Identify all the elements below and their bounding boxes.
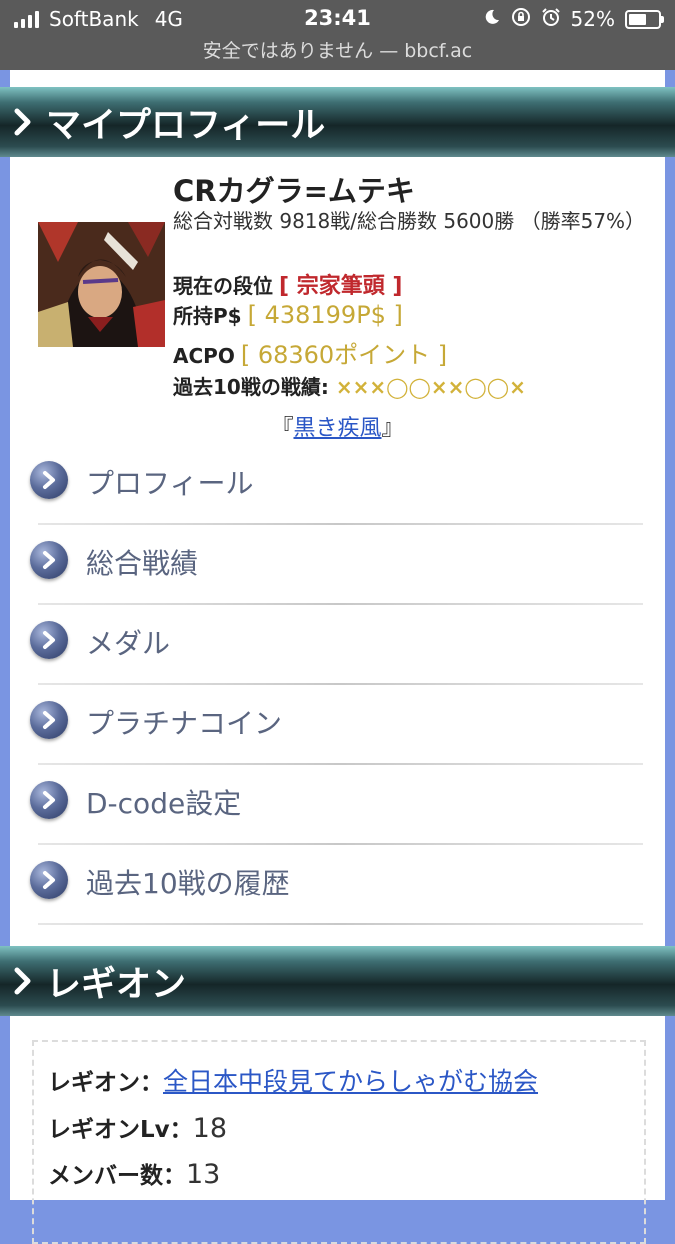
chevron-right-circle-icon [30, 701, 68, 739]
chevron-right-circle-icon [30, 781, 68, 819]
rank-label: 現在の段位 [173, 274, 273, 298]
divider [38, 923, 643, 925]
chevron-right-icon [0, 107, 46, 137]
menu-item-label: D-code設定 [86, 787, 242, 820]
menu-item-label: 総合戦績 [86, 547, 199, 580]
battery-percent: 52% [570, 7, 615, 31]
ps-value: [ 438199P$ ] [247, 301, 403, 329]
ps-row: 所持P$[ 438199P$ ] [173, 300, 403, 329]
battery-icon [625, 9, 664, 29]
title-close-bracket: 』 [381, 416, 404, 441]
profile-section-title: マイプロフィール [46, 105, 326, 146]
title-open-bracket: 『 [271, 416, 294, 441]
acpo-value: [ 68360ポイント ] [240, 341, 448, 369]
legion-level-label: レギオンLv： [48, 1117, 193, 1143]
acpo-label: ACPO [173, 344, 235, 368]
acpo-row: ACPO[ 68360ポイント ] [173, 335, 447, 370]
orientation-lock-icon [511, 7, 531, 32]
legion-level-value: 18 [192, 1113, 228, 1144]
legion-section-title: レギオン [46, 964, 187, 1005]
legion-label: レギオン： [48, 1070, 163, 1096]
legion-info-box: レギオン：全日本中段見てからしゃがむ協会 レギオンLv：18 メンバー数：13 [32, 1040, 646, 1244]
player-title: 『黒き疾風』 [10, 410, 665, 442]
results-row: 過去10戦の戦績: ×××◯◯××◯◯× [173, 371, 526, 400]
divider [38, 523, 643, 525]
chevron-right-icon [0, 966, 46, 996]
legion-name-row: レギオン：全日本中段見てからしゃがむ協会 [48, 1062, 538, 1098]
menu-item-label: プロフィール [86, 467, 254, 500]
menu-item-label: メダル [86, 627, 171, 660]
legion-members-row: メンバー数：13 [48, 1156, 220, 1190]
chevron-right-circle-icon [30, 541, 68, 579]
ps-label: 所持P$ [173, 304, 242, 328]
divider [38, 843, 643, 845]
legion-section-header: レギオン [0, 946, 675, 1016]
menu-item-overall-record[interactable]: 総合戦績 [10, 530, 665, 610]
profile-section-header: マイプロフィール [0, 87, 675, 157]
legion-level-row: レギオンLv：18 [48, 1110, 227, 1144]
status-bar: SoftBank 4G 23:41 52% 安全ではありません — bbcf.a… [0, 0, 675, 70]
content-panel: マイプロフィール CRカグラ=ムテキ 総合対戦数 9818戦/総合勝数 5600… [0, 70, 675, 1244]
divider [38, 763, 643, 765]
divider [38, 683, 643, 685]
moon-icon [483, 7, 501, 31]
legion-members-value: 13 [186, 1159, 221, 1190]
rank-value: [ 宗家筆頭 ] [279, 274, 403, 299]
alarm-icon [541, 7, 561, 32]
menu-item-label: プラチナコイン [86, 707, 283, 740]
player-name: CRカグラ=ムテキ [173, 174, 415, 208]
menu-item-platinum-coin[interactable]: プラチナコイン [10, 690, 665, 770]
menu-item-label: 過去10戦の履歴 [86, 867, 290, 900]
chevron-right-circle-icon [30, 861, 68, 899]
menu-item-dcode-settings[interactable]: D-code設定 [10, 770, 665, 850]
menu-item-profile[interactable]: プロフィール [10, 450, 665, 530]
rank-row: 現在の段位[ 宗家筆頭 ] [173, 268, 402, 300]
status-right: 52% [483, 6, 664, 32]
legion-name-link[interactable]: 全日本中段見てからしゃがむ協会 [163, 1067, 538, 1096]
chevron-right-circle-icon [30, 461, 68, 499]
results-label: 過去10戦の戦績: [173, 375, 329, 399]
results-value: ×××◯◯××◯◯× [335, 375, 526, 399]
legion-members-label: メンバー数： [48, 1163, 186, 1189]
chevron-right-circle-icon [30, 621, 68, 659]
divider [38, 603, 643, 605]
url-bar[interactable]: 安全ではありません — bbcf.ac [0, 36, 675, 63]
match-stats: 総合対戦数 9818戦/総合勝数 5600勝 （勝率57%） [173, 209, 646, 233]
menu-item-medals[interactable]: メダル [10, 610, 665, 690]
avatar [38, 222, 165, 347]
menu-item-match-history[interactable]: 過去10戦の履歴 [10, 850, 665, 930]
title-link[interactable]: 黒き疾風 [293, 416, 381, 441]
